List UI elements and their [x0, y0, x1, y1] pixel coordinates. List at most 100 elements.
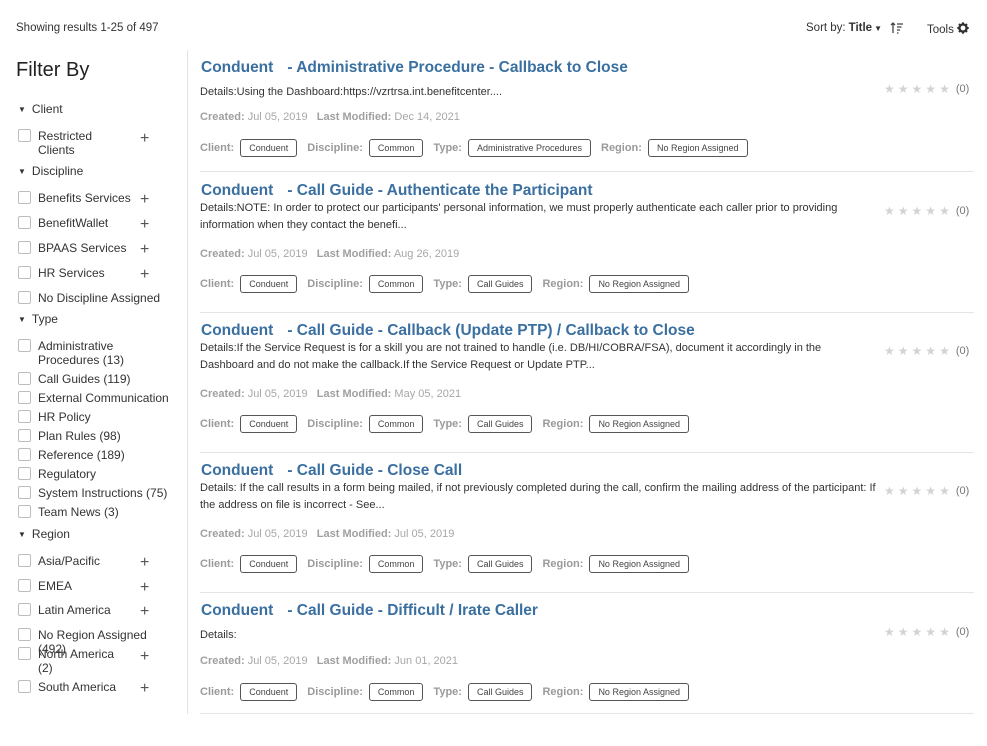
result-title-link[interactable]: Conduent - Administrative Procedure - Cal… — [201, 59, 628, 77]
star-icon[interactable]: ★ — [884, 82, 895, 96]
filter-item-emea[interactable]: EMEA — [18, 579, 178, 593]
filter-item-no-discipline-assigned[interactable]: No Discipline Assigned — [18, 291, 178, 305]
filter-item-south-america[interactable]: South America — [18, 680, 178, 694]
star-icon[interactable]: ★ — [884, 484, 895, 498]
star-icon[interactable]: ★ — [912, 82, 923, 96]
expand-icon[interactable]: + — [140, 267, 149, 283]
section-toggle-discipline[interactable]: ▼ Discipline — [18, 164, 83, 178]
filter-item-call-guides[interactable]: Call Guides (119) — [18, 372, 178, 386]
tools-button[interactable]: Tools — [927, 22, 969, 37]
star-rating[interactable]: ★ ★ ★ ★ ★ — [884, 625, 953, 639]
region-tag[interactable]: No Region Assigned — [589, 555, 689, 573]
checkbox[interactable] — [18, 467, 31, 480]
star-icon[interactable]: ★ — [939, 204, 950, 218]
caret-down-icon[interactable]: ▼ — [874, 24, 882, 33]
checkbox[interactable] — [18, 191, 31, 204]
checkbox[interactable] — [18, 554, 31, 567]
star-rating[interactable]: ★ ★ ★ ★ ★ — [884, 484, 953, 498]
star-icon[interactable]: ★ — [939, 484, 950, 498]
discipline-tag[interactable]: Common — [368, 415, 424, 433]
discipline-tag[interactable]: Common — [368, 683, 424, 701]
filter-item-north-america[interactable]: North America (2) — [18, 647, 178, 675]
expand-icon[interactable]: + — [140, 555, 149, 571]
result-title-link[interactable]: Conduent - Call Guide - Difficult / Irate… — [201, 602, 538, 620]
expand-icon[interactable]: + — [140, 604, 149, 620]
filter-item-hr-services[interactable]: HR Services — [18, 266, 178, 280]
checkbox[interactable] — [18, 372, 31, 385]
client-tag[interactable]: Conduent — [240, 415, 298, 433]
checkbox[interactable] — [18, 579, 31, 592]
expand-icon[interactable]: + — [140, 681, 149, 697]
type-tag[interactable]: Call Guides — [467, 555, 533, 573]
star-icon[interactable]: ★ — [912, 484, 923, 498]
checkbox[interactable] — [18, 339, 31, 352]
type-tag[interactable]: Call Guides — [467, 275, 533, 293]
star-icon[interactable]: ★ — [898, 484, 909, 498]
client-tag[interactable]: Conduent — [240, 683, 298, 701]
filter-item-hr-policy[interactable]: HR Policy — [18, 410, 178, 424]
region-tag[interactable]: No Region Assigned — [589, 415, 689, 433]
checkbox[interactable] — [18, 410, 31, 423]
checkbox[interactable] — [18, 266, 31, 279]
discipline-tag[interactable]: Common — [368, 275, 424, 293]
star-icon[interactable]: ★ — [912, 344, 923, 358]
filter-item-restricted-clients[interactable]: Restricted Clients — [18, 129, 178, 157]
star-icon[interactable]: ★ — [925, 82, 936, 96]
checkbox[interactable] — [18, 216, 31, 229]
checkbox[interactable] — [18, 647, 31, 660]
filter-item-benefits-services[interactable]: Benefits Services — [18, 191, 178, 205]
expand-icon[interactable]: + — [140, 242, 149, 258]
star-icon[interactable]: ★ — [939, 625, 950, 639]
checkbox[interactable] — [18, 391, 31, 404]
checkbox[interactable] — [18, 486, 31, 499]
checkbox[interactable] — [18, 448, 31, 461]
star-icon[interactable]: ★ — [925, 344, 936, 358]
star-icon[interactable]: ★ — [925, 204, 936, 218]
sort-value[interactable]: Title — [849, 22, 872, 34]
checkbox[interactable] — [18, 291, 31, 304]
star-icon[interactable]: ★ — [925, 484, 936, 498]
expand-icon[interactable]: + — [140, 131, 149, 147]
checkbox[interactable] — [18, 505, 31, 518]
client-tag[interactable]: Conduent — [240, 555, 298, 573]
star-icon[interactable]: ★ — [912, 204, 923, 218]
type-tag[interactable]: Administrative Procedures — [467, 139, 591, 157]
discipline-tag[interactable]: Common — [368, 139, 424, 157]
star-rating[interactable]: ★ ★ ★ ★ ★ — [884, 204, 953, 218]
star-icon[interactable]: ★ — [939, 344, 950, 358]
checkbox[interactable] — [18, 129, 31, 142]
filter-item-reference[interactable]: Reference (189) — [18, 448, 178, 462]
star-icon[interactable]: ★ — [898, 625, 909, 639]
star-icon[interactable]: ★ — [925, 625, 936, 639]
result-title-link[interactable]: Conduent - Call Guide - Authenticate the … — [201, 182, 592, 200]
star-icon[interactable]: ★ — [884, 625, 895, 639]
region-tag[interactable]: No Region Assigned — [589, 275, 689, 293]
checkbox[interactable] — [18, 603, 31, 616]
expand-icon[interactable]: + — [140, 580, 149, 596]
filter-item-asia-pacific[interactable]: Asia/Pacific — [18, 554, 178, 568]
expand-icon[interactable]: + — [140, 217, 149, 233]
filter-item-bpaas-services[interactable]: BPAAS Services — [18, 241, 178, 255]
star-icon[interactable]: ★ — [912, 625, 923, 639]
star-icon[interactable]: ★ — [898, 204, 909, 218]
section-toggle-type[interactable]: ▼ Type — [18, 312, 58, 326]
filter-item-team-news[interactable]: Team News (3) — [18, 505, 178, 519]
filter-item-external-communication[interactable]: External Communication — [18, 391, 178, 405]
client-tag[interactable]: Conduent — [240, 275, 298, 293]
checkbox[interactable] — [18, 628, 31, 641]
discipline-tag[interactable]: Common — [368, 555, 424, 573]
star-rating[interactable]: ★ ★ ★ ★ ★ — [884, 82, 953, 96]
filter-item-latin-america[interactable]: Latin America — [18, 603, 178, 617]
sort-control[interactable]: Sort by: Title ▼ — [806, 22, 904, 34]
star-rating[interactable]: ★ ★ ★ ★ ★ — [884, 344, 953, 358]
region-tag[interactable]: No Region Assigned — [647, 139, 748, 157]
sort-order-icon[interactable] — [890, 22, 904, 34]
checkbox[interactable] — [18, 680, 31, 693]
checkbox[interactable] — [18, 429, 31, 442]
expand-icon[interactable]: + — [140, 649, 149, 665]
client-tag[interactable]: Conduent — [240, 139, 298, 157]
star-icon[interactable]: ★ — [898, 82, 909, 96]
result-title-link[interactable]: Conduent - Call Guide - Close Call — [201, 462, 462, 480]
section-toggle-region[interactable]: ▼ Region — [18, 527, 70, 541]
region-tag[interactable]: No Region Assigned — [589, 683, 689, 701]
